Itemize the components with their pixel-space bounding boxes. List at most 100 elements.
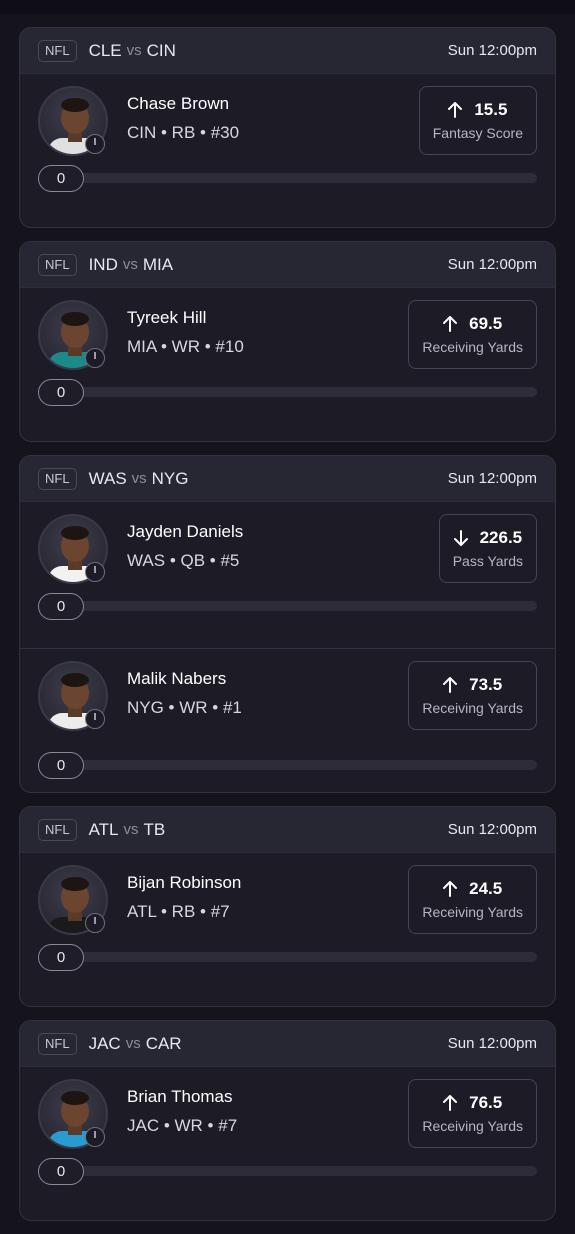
clock-icon (85, 348, 105, 368)
arrow-up-icon (448, 102, 463, 118)
player-meta: MIA • WR • #10 (127, 337, 244, 356)
progress-count: 0 (38, 944, 84, 971)
player-name: Jayden Daniels (127, 522, 244, 541)
projection-box[interactable]: 76.5 Receiving Yards (408, 1079, 537, 1148)
vs-label: vs (126, 42, 142, 59)
progress-count: 0 (38, 1158, 84, 1185)
progress-count: 0 (38, 165, 84, 192)
projection-value: 24.5 (469, 879, 503, 898)
player-name: Brian Thomas (127, 1087, 233, 1106)
clock-icon (85, 709, 105, 729)
away-team: MIA (142, 254, 174, 274)
game-time: Sun 12:00pm (447, 821, 537, 838)
stat-type: Receiving Yards (422, 904, 523, 920)
picks-container: Bijan Robinson ATL • RB • #7 24.5 Receiv… (20, 853, 555, 1006)
home-team: CLE (88, 40, 122, 60)
vs-label: vs (131, 470, 147, 487)
game-card: NFL ATL vs TB Sun 12:00pm Bijan Robinson… (19, 806, 556, 1007)
home-team: IND (88, 254, 118, 274)
home-team: WAS (88, 468, 127, 488)
vs-label: vs (123, 821, 139, 838)
stat-type: Fantasy Score (432, 125, 523, 141)
picks-container: Chase Brown CIN • RB • #30 15.5 Fantasy … (20, 74, 555, 227)
clock-icon (85, 913, 105, 933)
player-meta: ATL • RB • #7 (127, 902, 230, 921)
progress-bar (38, 387, 537, 397)
game-header: NFL ATL vs TB Sun 12:00pm (20, 807, 555, 853)
game-card: NFL IND vs MIA Sun 12:00pm Tyreek Hill M… (19, 241, 556, 442)
progress-bar (38, 760, 537, 770)
stat-type: Receiving Yards (422, 339, 523, 355)
picks-container: Jayden Daniels WAS • QB • #5 226.5 Pass … (20, 502, 555, 792)
game-time: Sun 12:00pm (447, 256, 537, 273)
game-header: NFL JAC vs CAR Sun 12:00pm (20, 1021, 555, 1067)
player-pick[interactable]: Tyreek Hill MIA • WR • #10 69.5 Receivin… (20, 288, 555, 441)
game-header: NFL WAS vs NYG Sun 12:00pm (20, 456, 555, 502)
player-name: Malik Nabers (127, 669, 227, 688)
projection-value: 73.5 (469, 675, 503, 694)
arrow-up-icon (443, 677, 458, 693)
game-card: NFL CLE vs CIN Sun 12:00pm Chase Brown C… (19, 27, 556, 228)
away-team: TB (143, 819, 166, 839)
player-pick[interactable]: Bijan Robinson ATL • RB • #7 24.5 Receiv… (20, 853, 555, 1006)
league-badge: NFL (38, 253, 77, 276)
game-header: NFL CLE vs CIN Sun 12:00pm (20, 28, 555, 74)
game-card: NFL WAS vs NYG Sun 12:00pm Jayden Daniel… (19, 455, 556, 793)
game-time: Sun 12:00pm (447, 1035, 537, 1052)
clock-icon (85, 1127, 105, 1147)
picks-container: Brian Thomas JAC • WR • #7 76.5 Receivin… (20, 1067, 555, 1220)
home-team: ATL (88, 819, 119, 839)
vs-label: vs (122, 256, 138, 273)
projection-value: 69.5 (469, 314, 503, 333)
player-meta: WAS • QB • #5 (127, 551, 240, 570)
stat-type: Receiving Yards (422, 1118, 523, 1134)
progress-bar (38, 601, 537, 611)
arrow-up-icon (443, 881, 458, 897)
progress-count: 0 (38, 593, 84, 620)
arrow-down-icon (453, 530, 468, 546)
picks-list: NFL CLE vs CIN Sun 12:00pm Chase Brown C… (19, 27, 556, 1234)
projection-value: 76.5 (469, 1093, 503, 1112)
league-badge: NFL (38, 1032, 77, 1055)
player-meta: CIN • RB • #30 (127, 123, 240, 142)
progress-bar (38, 952, 537, 962)
vs-label: vs (125, 1035, 141, 1052)
progress-count: 0 (38, 752, 84, 779)
away-team: NYG (151, 468, 189, 488)
projection-box[interactable]: 73.5 Receiving Yards (408, 661, 537, 730)
top-status-bar (0, 0, 575, 14)
projection-box[interactable]: 226.5 Pass Yards (438, 514, 537, 583)
stat-type: Receiving Yards (422, 700, 523, 716)
progress-count: 0 (38, 379, 84, 406)
projection-value: 226.5 (479, 528, 523, 547)
projection-box[interactable]: 24.5 Receiving Yards (408, 865, 537, 934)
game-header: NFL IND vs MIA Sun 12:00pm (20, 242, 555, 288)
picks-container: Tyreek Hill MIA • WR • #10 69.5 Receivin… (20, 288, 555, 441)
league-badge: NFL (38, 39, 77, 62)
player-pick[interactable]: Chase Brown CIN • RB • #30 15.5 Fantasy … (20, 74, 555, 227)
progress-bar (38, 1166, 537, 1176)
arrow-up-icon (443, 1095, 458, 1111)
stat-type: Pass Yards (452, 553, 523, 569)
player-meta: JAC • WR • #7 (127, 1116, 238, 1135)
game-card: NFL JAC vs CAR Sun 12:00pm Brian Thomas … (19, 1020, 556, 1221)
home-team: JAC (88, 1033, 121, 1053)
player-pick[interactable]: Malik Nabers NYG • WR • #1 73.5 Receivin… (20, 648, 555, 792)
projection-box[interactable]: 15.5 Fantasy Score (418, 86, 537, 155)
player-name: Tyreek Hill (127, 308, 207, 327)
game-time: Sun 12:00pm (447, 470, 537, 487)
clock-icon (85, 134, 105, 154)
away-team: CIN (146, 40, 176, 60)
arrow-up-icon (443, 316, 458, 332)
away-team: CAR (145, 1033, 182, 1053)
league-badge: NFL (38, 818, 77, 841)
game-time: Sun 12:00pm (447, 42, 537, 59)
projection-box[interactable]: 69.5 Receiving Yards (408, 300, 537, 369)
player-pick[interactable]: Jayden Daniels WAS • QB • #5 226.5 Pass … (20, 502, 555, 648)
clock-icon (85, 562, 105, 582)
progress-bar (38, 173, 537, 183)
player-name: Bijan Robinson (127, 873, 242, 892)
player-meta: NYG • WR • #1 (127, 698, 242, 717)
player-name: Chase Brown (127, 94, 230, 113)
player-pick[interactable]: Brian Thomas JAC • WR • #7 76.5 Receivin… (20, 1067, 555, 1220)
